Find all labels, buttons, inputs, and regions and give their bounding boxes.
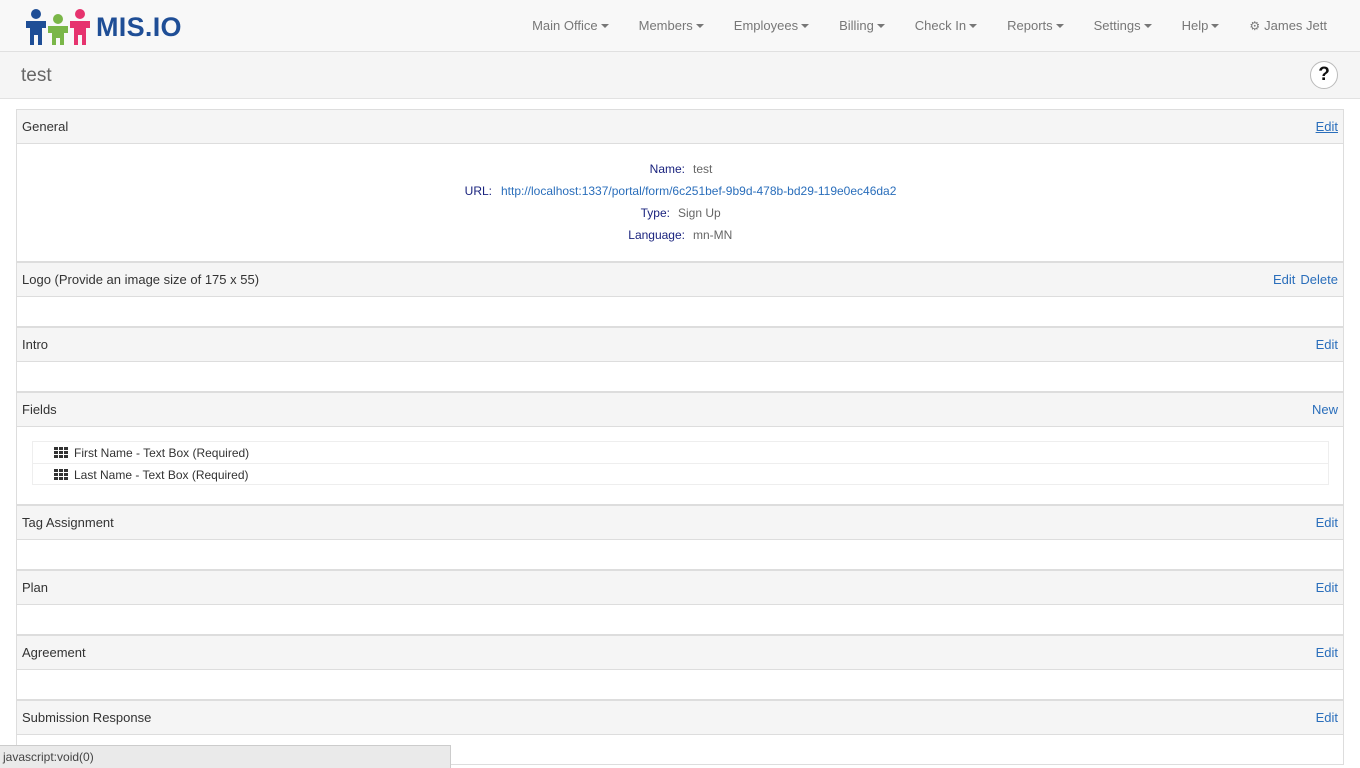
- section-agreement: Agreement Edit: [16, 635, 1344, 700]
- section-intro: Intro Edit: [16, 327, 1344, 392]
- section-plan: Plan Edit: [16, 570, 1344, 635]
- caret-down-icon: [969, 23, 978, 28]
- nav-billing[interactable]: Billing: [824, 0, 900, 51]
- section-actions: Edit: [1316, 515, 1338, 530]
- nav-employees[interactable]: Employees: [719, 0, 824, 51]
- main-menu: Main Office Members Employees Billing Ch…: [517, 0, 1342, 51]
- question-icon: ?: [1318, 64, 1330, 85]
- edit-logo-link[interactable]: Edit: [1273, 272, 1295, 287]
- help-button[interactable]: ?: [1310, 61, 1338, 89]
- main-content: General Edit Name: test URL: http://loca…: [0, 99, 1360, 768]
- grid-icon[interactable]: [54, 447, 69, 459]
- field-label: First Name - Text Box (Required): [74, 446, 250, 460]
- list-item[interactable]: First Name - Text Box (Required): [32, 441, 1329, 463]
- section-header: Logo (Provide an image size of 175 x 55)…: [17, 263, 1343, 297]
- fields-list: First Name - Text Box (Required) Last Na…: [32, 441, 1329, 485]
- section-logo: Logo (Provide an image size of 175 x 55)…: [16, 262, 1344, 327]
- name-value: test: [693, 162, 713, 176]
- section-actions: New: [1312, 402, 1338, 417]
- nav-label: Check In: [914, 18, 967, 33]
- section-title: Fields: [22, 402, 57, 417]
- edit-agreement-link[interactable]: Edit: [1316, 645, 1338, 660]
- caret-down-icon: [801, 23, 810, 28]
- status-text: javascript:void(0): [3, 750, 94, 764]
- page-header: test ?: [0, 52, 1360, 99]
- info-row-language: Language: mn-MN: [17, 228, 1343, 248]
- url-value-link[interactable]: http://localhost:1337/portal/form/6c251b…: [501, 184, 896, 198]
- nav-check-in[interactable]: Check In: [900, 0, 992, 51]
- section-actions: Edit: [1316, 710, 1338, 725]
- section-actions: Edit Delete: [1273, 272, 1338, 287]
- nav-label: Employees: [733, 18, 799, 33]
- section-header: Agreement Edit: [17, 636, 1343, 670]
- caret-down-icon: [1211, 23, 1220, 28]
- section-general: General Edit Name: test URL: http://loca…: [16, 109, 1344, 262]
- nav-settings[interactable]: Settings: [1079, 0, 1167, 51]
- nav-label: Billing: [839, 18, 874, 33]
- section-title: Agreement: [22, 645, 86, 660]
- info-row-type: Type: Sign Up: [17, 206, 1343, 226]
- section-title: Plan: [22, 580, 49, 595]
- user-menu[interactable]: ⚙ James Jett: [1234, 0, 1342, 51]
- type-value: Sign Up: [678, 206, 721, 220]
- section-title: General: [22, 119, 69, 134]
- info-row-url: URL: http://localhost:1337/portal/form/6…: [17, 184, 1343, 204]
- caret-down-icon: [1143, 23, 1152, 28]
- top-navbar: MIS.IO Main Office Members Employees Bil…: [0, 0, 1360, 52]
- section-title: Tag Assignment: [22, 515, 114, 530]
- nav-label: Reports: [1007, 18, 1053, 33]
- caret-down-icon: [876, 23, 885, 28]
- section-actions: Edit: [1316, 337, 1338, 352]
- info-row-name: Name: test: [17, 162, 1343, 182]
- list-item[interactable]: Last Name - Text Box (Required): [32, 463, 1329, 485]
- type-label: Type:: [640, 206, 670, 220]
- section-fields: Fields New First Name - Text Box (Requir…: [16, 392, 1344, 505]
- user-name: James Jett: [1264, 18, 1327, 33]
- edit-submission-response-link[interactable]: Edit: [1316, 710, 1338, 725]
- section-header: Intro Edit: [17, 328, 1343, 362]
- field-label: Last Name - Text Box (Required): [74, 468, 249, 482]
- logo-text: MIS.IO: [96, 11, 182, 42]
- edit-tag-assignment-link[interactable]: Edit: [1316, 515, 1338, 530]
- nav-members[interactable]: Members: [624, 0, 719, 51]
- edit-general-link[interactable]: Edit: [1316, 119, 1338, 134]
- section-title: Logo (Provide an image size of 175 x 55): [22, 272, 260, 287]
- name-label: Name:: [649, 162, 685, 176]
- section-header: Tag Assignment Edit: [17, 506, 1343, 540]
- status-bar: javascript:void(0): [0, 745, 451, 768]
- language-value: mn-MN: [693, 228, 733, 242]
- logo[interactable]: MIS.IO: [24, 8, 182, 46]
- edit-plan-link[interactable]: Edit: [1316, 580, 1338, 595]
- caret-down-icon: [695, 23, 704, 28]
- nav-label: Settings: [1093, 18, 1141, 33]
- section-header: Submission Response Edit: [17, 701, 1343, 735]
- caret-down-icon: [1055, 23, 1064, 28]
- section-actions: Edit: [1316, 645, 1338, 660]
- section-actions: Edit: [1316, 119, 1338, 134]
- section-tag-assignment: Tag Assignment Edit: [16, 505, 1344, 570]
- language-label: Language:: [628, 228, 685, 242]
- section-header: General Edit: [17, 110, 1343, 144]
- gear-icon: ⚙: [1249, 18, 1261, 33]
- nav-main-office[interactable]: Main Office: [517, 0, 624, 51]
- section-header: Fields New: [17, 393, 1343, 427]
- section-title: Submission Response: [22, 710, 152, 725]
- edit-intro-link[interactable]: Edit: [1316, 337, 1338, 352]
- section-actions: Edit: [1316, 580, 1338, 595]
- new-field-link[interactable]: New: [1312, 402, 1338, 417]
- delete-logo-link[interactable]: Delete: [1300, 272, 1338, 287]
- puzzle-people-icon: [26, 9, 90, 45]
- url-label: URL:: [464, 184, 492, 198]
- nav-label: Main Office: [532, 18, 598, 33]
- nav-reports[interactable]: Reports: [992, 0, 1079, 51]
- caret-down-icon: [600, 23, 609, 28]
- nav-label: Members: [638, 18, 693, 33]
- section-title: Intro: [22, 337, 49, 352]
- grid-icon[interactable]: [54, 469, 69, 481]
- nav-help[interactable]: Help: [1167, 0, 1235, 51]
- nav-label: Help: [1181, 18, 1209, 33]
- section-header: Plan Edit: [17, 571, 1343, 605]
- page-title: test: [21, 65, 52, 86]
